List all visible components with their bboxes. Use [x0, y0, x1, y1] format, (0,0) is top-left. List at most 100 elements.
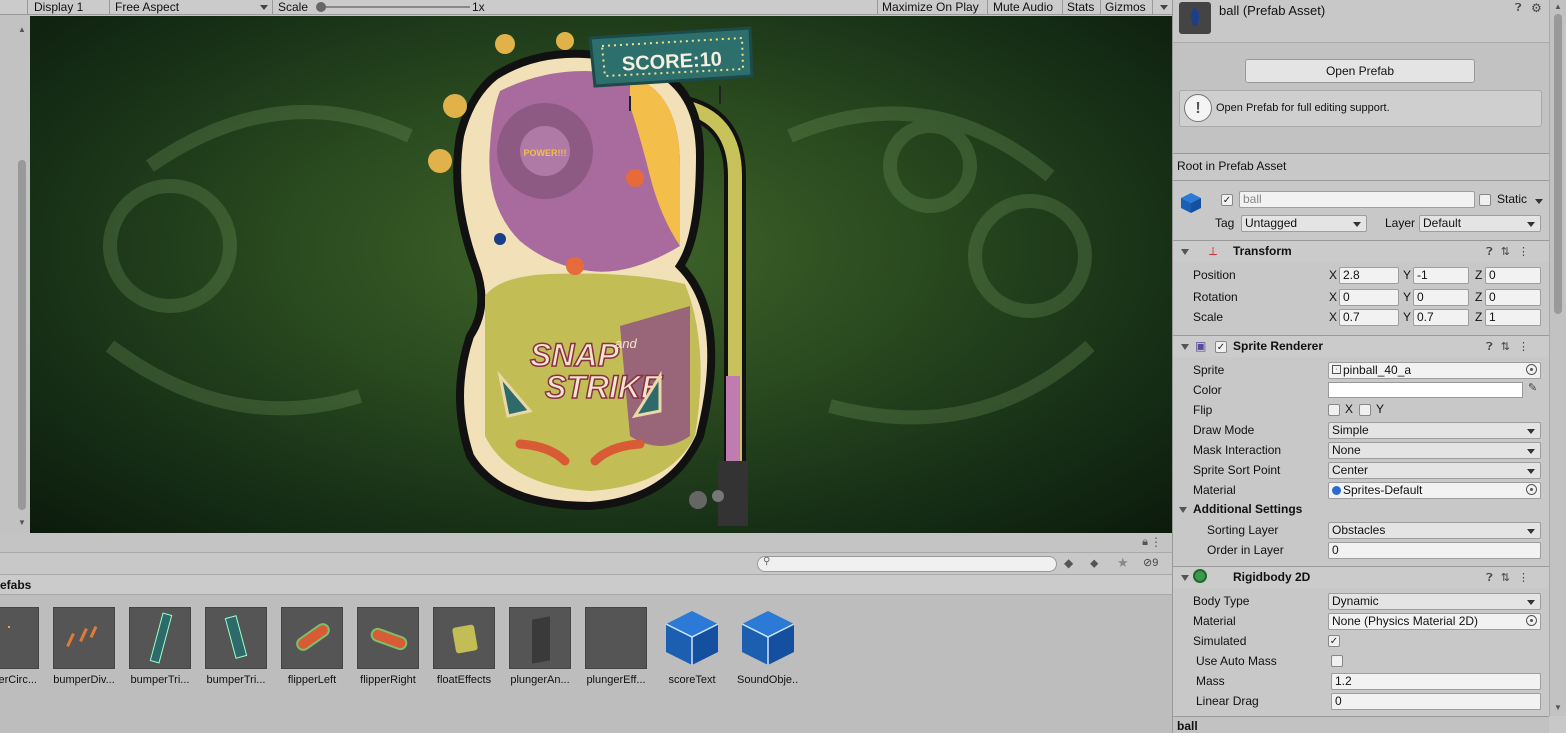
scale-y-field[interactable]: 0.7 [1413, 309, 1469, 326]
scale-z-field[interactable]: 1 [1485, 309, 1541, 326]
body-type-dropdown[interactable]: Dynamic [1328, 593, 1541, 610]
name-field[interactable]: ball [1239, 191, 1475, 208]
asset-item[interactable]: scoreText [661, 607, 723, 686]
position-z-field[interactable]: 0 [1485, 267, 1541, 284]
transform-header[interactable]: ⟂ Transform ❓︎⇅⋮ [1173, 240, 1549, 262]
color-swatch[interactable] [1328, 382, 1523, 398]
hierarchy-scrollbar[interactable]: ▲ ▼ [0, 15, 30, 533]
flip-x-checkbox[interactable] [1328, 404, 1340, 416]
stats-toggle[interactable]: Stats [1063, 0, 1101, 15]
component-menu-icons[interactable]: ❓︎⇅⋮ [1486, 571, 1537, 585]
mass-field[interactable]: 1.2 [1331, 673, 1541, 690]
use-auto-mass-checkbox[interactable] [1331, 655, 1343, 667]
axis-y-label[interactable]: Y [1403, 288, 1411, 306]
settings-gear-icon[interactable]: ⚙︎ [1531, 1, 1542, 15]
folder-label[interactable]: efabs [0, 578, 31, 592]
static-checkbox[interactable] [1479, 194, 1491, 206]
axis-x-label[interactable]: X [1329, 266, 1337, 284]
asset-item[interactable]: perCirc... [0, 607, 39, 686]
search-input[interactable]: ⚲ [757, 556, 1057, 572]
rotation-y-field[interactable]: 0 [1413, 289, 1469, 306]
inspector-footer: ball [1173, 716, 1549, 733]
asset-item[interactable]: floatEffects [433, 607, 495, 686]
asset-item[interactable]: plungerEff... [585, 607, 647, 686]
object-picker-icon[interactable] [1526, 364, 1537, 375]
order-in-layer-field[interactable]: 0 [1328, 542, 1541, 559]
material-field[interactable]: Sprites-Default [1328, 482, 1541, 499]
label-icon[interactable]: ⬥ [1090, 556, 1098, 571]
additional-settings-foldout[interactable]: Additional Settings [1179, 502, 1302, 516]
aspect-dropdown[interactable]: Free Aspect [111, 0, 273, 15]
rotation-z-field[interactable]: 0 [1485, 289, 1541, 306]
axis-z-label[interactable]: Z [1475, 288, 1482, 306]
scale-slider-track[interactable] [320, 6, 470, 8]
scrollbar-thumb[interactable] [18, 160, 26, 510]
linear-drag-field[interactable]: 0 [1331, 693, 1541, 710]
display-dropdown[interactable]: Display 1 [30, 0, 110, 15]
axis-z-label[interactable]: Z [1475, 308, 1482, 326]
layer-dropdown[interactable]: Default [1419, 215, 1541, 232]
favorite-star-icon[interactable]: ★ [1117, 555, 1129, 571]
asset-item[interactable]: SoundObje... [737, 607, 799, 686]
gizmos-dropdown[interactable] [1153, 0, 1172, 15]
fold-arrow-icon[interactable] [1181, 249, 1189, 255]
help-icon[interactable]: ❓︎ [1515, 2, 1522, 15]
scroll-up-icon[interactable]: ▲ [18, 25, 26, 34]
scroll-down-icon[interactable]: ▼ [18, 518, 26, 527]
lock-icon[interactable]: 🔒︎ [1142, 536, 1148, 549]
scroll-down-icon[interactable]: ▼ [1554, 703, 1562, 712]
maximize-on-play-toggle[interactable]: Maximize On Play [878, 0, 988, 15]
sprite-field[interactable]: · pinball_40_a [1328, 362, 1541, 379]
axis-x-label[interactable]: X [1329, 288, 1337, 306]
hidden-count-icon[interactable]: ⊘9 [1143, 556, 1158, 569]
asset-item[interactable]: bumperTri... [205, 607, 267, 686]
tag-label: Tag [1215, 216, 1235, 230]
chevron-down-icon[interactable] [1535, 199, 1543, 204]
component-menu-icons[interactable]: ❓︎⇅⋮ [1486, 245, 1537, 259]
asset-item[interactable]: plungerAn... [509, 607, 571, 686]
axis-x-label[interactable]: X [1329, 308, 1337, 326]
position-x-field[interactable]: 2.8 [1339, 267, 1399, 284]
axis-z-label[interactable]: Z [1475, 266, 1482, 284]
rotation-x-field[interactable]: 0 [1339, 289, 1399, 306]
asset-label: plungerEff... [586, 674, 646, 686]
scale-x-field[interactable]: 0.7 [1339, 309, 1399, 326]
sorting-layer-dropdown[interactable]: Obstacles [1328, 522, 1541, 539]
asset-item[interactable]: flipperRight [357, 607, 419, 686]
physics-material-field[interactable]: None (Physics Material 2D) [1328, 613, 1541, 630]
sprite-renderer-header[interactable]: ▣ ✓ Sprite Renderer ❓︎⇅⋮ [1173, 335, 1549, 357]
axis-y-label[interactable]: Y [1403, 266, 1411, 284]
mute-audio-toggle[interactable]: Mute Audio [989, 0, 1063, 15]
asset-thumbnail [585, 607, 647, 669]
asset-item[interactable]: flipperLeft [281, 607, 343, 686]
sprite-sort-point-dropdown[interactable]: Center [1328, 462, 1541, 479]
sprite-renderer-enabled-checkbox[interactable]: ✓ [1215, 341, 1227, 353]
flip-y-checkbox[interactable] [1359, 404, 1371, 416]
game-view[interactable]: POWER!!! SNAP and STRIKE SCORE:10 [30, 16, 1172, 533]
mask-interaction-dropdown[interactable]: None [1328, 442, 1541, 459]
gizmos-toggle[interactable]: Gizmos [1101, 0, 1153, 15]
axis-y-label[interactable]: Y [1403, 308, 1411, 326]
fold-arrow-icon[interactable] [1181, 575, 1189, 581]
rigidbody-header[interactable]: Rigidbody 2D ❓︎⇅⋮ [1173, 566, 1549, 588]
fold-arrow-icon[interactable] [1181, 344, 1189, 350]
filter-type-icon[interactable]: ◆ [1064, 556, 1073, 570]
position-y-field[interactable]: -1 [1413, 267, 1469, 284]
simulated-checkbox[interactable]: ✓ [1328, 635, 1340, 647]
layout-button[interactable] [0, 0, 28, 15]
inspector-scrollbar[interactable]: ▲ ▼ [1549, 0, 1566, 716]
open-prefab-button[interactable]: Open Prefab [1245, 59, 1475, 83]
object-picker-icon[interactable] [1526, 615, 1537, 626]
asset-item[interactable]: bumperDiv... [53, 607, 115, 686]
object-picker-icon[interactable] [1526, 484, 1537, 495]
active-checkbox[interactable]: ✓ [1221, 194, 1233, 206]
draw-mode-dropdown[interactable]: Simple [1328, 422, 1541, 439]
asset-item[interactable]: bumperTri... [129, 607, 191, 686]
tag-dropdown[interactable]: Untagged [1241, 215, 1367, 232]
menu-icon[interactable]: ⋮ [1150, 535, 1162, 549]
scrollbar-thumb[interactable] [1554, 14, 1562, 314]
component-menu-icons[interactable]: ❓︎⇅⋮ [1486, 340, 1537, 354]
scroll-up-icon[interactable]: ▲ [1554, 2, 1562, 11]
scale-slider-thumb[interactable] [316, 2, 326, 12]
eyedropper-icon[interactable]: ✎ [1528, 381, 1537, 394]
